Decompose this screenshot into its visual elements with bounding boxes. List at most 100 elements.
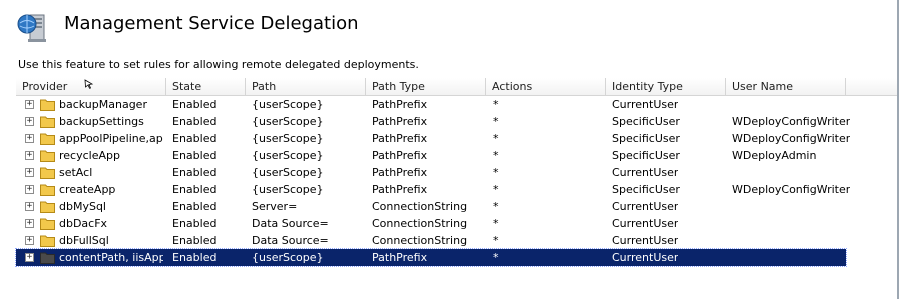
cell-identity-type: SpecificUser [612, 132, 680, 145]
server-icon [17, 14, 46, 42]
table-row[interactable]: + createApp Enabled {userScope} PathPrefix * S… [16, 181, 850, 198]
column-header-user-name[interactable]: User Name [726, 78, 846, 95]
grid-header: Provider State Path Path Type Actions Id… [16, 78, 897, 96]
table-row[interactable]: + dbFullSql Enabled Data Source= ConnectionS… [16, 232, 846, 249]
cell-actions: * [493, 132, 499, 145]
column-header-state[interactable]: State [166, 78, 246, 95]
delegation-rules-grid[interactable]: Provider State Path Path Type Actions Id… [15, 78, 897, 299]
cell-identity-type: CurrentUser [612, 98, 679, 111]
cell-state: Enabled [172, 200, 217, 213]
cell-path: {userScope} [252, 98, 324, 111]
column-header-actions[interactable]: Actions [486, 78, 606, 95]
folder-icon [40, 184, 55, 196]
cell-path-type: ConnectionString [372, 217, 468, 230]
cell-path-type: ConnectionString [372, 234, 468, 247]
cell-state: Enabled [172, 234, 217, 247]
expand-icon[interactable]: + [25, 253, 34, 262]
expand-icon[interactable]: + [25, 219, 34, 228]
page-description: Use this feature to set rules for allowi… [18, 58, 419, 71]
cell-actions: * [493, 217, 499, 230]
cell-provider: dbFullSql [59, 234, 109, 247]
expand-icon[interactable]: + [25, 117, 34, 126]
cell-provider: backupManager [59, 98, 147, 111]
cell-identity-type: CurrentUser [612, 251, 679, 264]
cell-actions: * [493, 234, 499, 247]
cell-path: {userScope} [252, 115, 324, 128]
table-row[interactable]: + backupSettings Enabled {userScope} PathPre… [16, 113, 850, 130]
expand-icon[interactable]: + [25, 100, 34, 109]
cell-path-type: ConnectionString [372, 200, 468, 213]
cell-path: {userScope} [252, 149, 324, 162]
expand-icon[interactable]: + [25, 202, 34, 211]
cell-provider: createApp [59, 183, 116, 196]
cell-path: {userScope} [252, 166, 324, 179]
cell-state: Enabled [172, 183, 217, 196]
folder-icon [40, 201, 55, 213]
cell-actions: * [493, 251, 499, 264]
table-row[interactable]: + appPoolPipeline,ap... Enabled {userScope}… [16, 130, 850, 147]
page-title: Management Service Delegation [64, 13, 359, 34]
folder-icon [40, 235, 55, 247]
cell-provider: backupSettings [59, 115, 144, 128]
table-row[interactable]: + contentPath, iisApp Enabled {userScope} Pa… [15, 248, 847, 267]
cell-state: Enabled [172, 98, 217, 111]
cell-path: {userScope} [252, 251, 324, 264]
expand-icon[interactable]: + [25, 151, 34, 160]
cell-user-name: WDeployConfigWriter [732, 183, 851, 196]
cell-path-type: PathPrefix [372, 132, 428, 145]
cell-actions: * [493, 115, 499, 128]
cell-path-type: PathPrefix [372, 183, 428, 196]
folder-icon [40, 150, 55, 162]
folder-icon [40, 218, 55, 230]
cell-provider: setAcl [59, 166, 93, 179]
cell-path: Data Source= [252, 234, 329, 247]
expand-icon[interactable]: + [25, 168, 34, 177]
mouse-cursor-icon [84, 79, 94, 89]
expand-icon[interactable]: + [25, 134, 34, 143]
table-row[interactable]: + dbMySql Enabled Server= ConnectionString * C… [16, 198, 846, 215]
cell-identity-type: CurrentUser [612, 166, 679, 179]
cell-state: Enabled [172, 217, 217, 230]
cell-actions: * [493, 166, 499, 179]
cell-identity-type: SpecificUser [612, 183, 680, 196]
cell-identity-type: CurrentUser [612, 200, 679, 213]
folder-icon [40, 252, 55, 264]
expand-icon[interactable]: + [25, 236, 34, 245]
cell-state: Enabled [172, 251, 217, 264]
cell-provider: appPoolPipeline,ap... [59, 132, 163, 145]
cell-actions: * [493, 149, 499, 162]
table-row[interactable]: + dbDacFx Enabled Data Source= ConnectionStr… [16, 215, 846, 232]
cell-path-type: PathPrefix [372, 251, 428, 264]
column-header-path-type[interactable]: Path Type [366, 78, 486, 95]
cell-identity-type: CurrentUser [612, 217, 679, 230]
folder-icon [40, 133, 55, 145]
cell-path: {userScope} [252, 183, 324, 196]
cell-actions: * [493, 200, 499, 213]
cell-path: {userScope} [252, 132, 324, 145]
column-header-identity-type[interactable]: Identity Type [606, 78, 726, 95]
cell-provider: dbDacFx [59, 217, 108, 230]
folder-icon [40, 99, 55, 111]
cell-path-type: PathPrefix [372, 149, 428, 162]
cell-path-type: PathPrefix [372, 98, 428, 111]
cell-user-name: WDeployAdmin [732, 149, 817, 162]
cell-path: Data Source= [252, 217, 329, 230]
cell-provider: dbMySql [59, 200, 106, 213]
cell-identity-type: SpecificUser [612, 149, 680, 162]
table-row[interactable]: + backupManager Enabled {userScope} PathPref… [16, 96, 846, 113]
cell-state: Enabled [172, 149, 217, 162]
cell-provider: recycleApp [59, 149, 120, 162]
cell-state: Enabled [172, 132, 217, 145]
cell-provider: contentPath, iisApp [59, 251, 163, 264]
cell-user-name: WDeployConfigWriter [732, 132, 851, 145]
expand-icon[interactable]: + [25, 185, 34, 194]
cell-path: Server= [252, 200, 298, 213]
cell-path-type: PathPrefix [372, 115, 428, 128]
cell-actions: * [493, 98, 499, 111]
table-row[interactable]: + recycleApp Enabled {userScope} PathPrefix *… [16, 147, 846, 164]
table-row[interactable]: + setAcl Enabled {userScope} PathPrefix * Curr… [16, 164, 846, 181]
folder-icon [40, 167, 55, 179]
cell-user-name: WDeployConfigWriter [732, 115, 851, 128]
cell-actions: * [493, 183, 499, 196]
column-header-path[interactable]: Path [246, 78, 366, 95]
